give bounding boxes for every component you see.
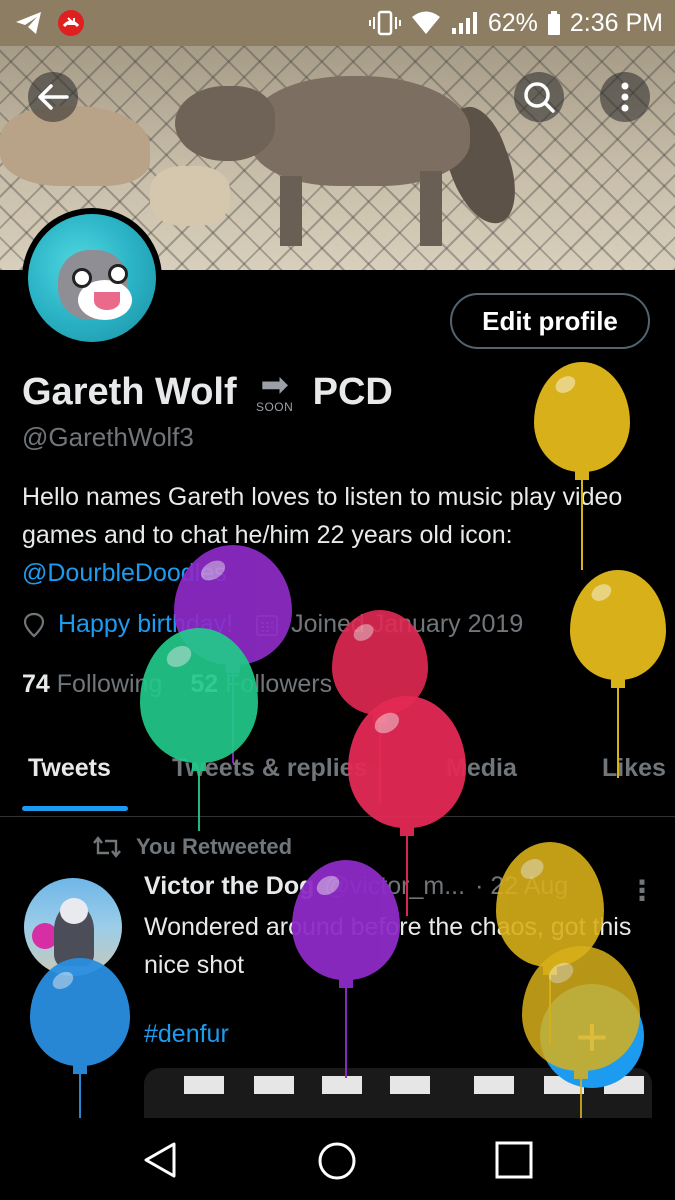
wolf-body <box>250 76 470 186</box>
edit-profile-button[interactable]: Edit profile <box>450 293 650 349</box>
banner-rock <box>150 166 230 226</box>
nav-recents-icon[interactable] <box>494 1140 534 1180</box>
profile-handle: @GarethWolf3 <box>22 422 194 452</box>
retweet-icon <box>93 836 121 858</box>
retweet-indicator: You Retweeted <box>92 834 292 860</box>
tweet-author-name[interactable]: Victor the Dog <box>144 872 314 901</box>
more-vertical-icon <box>621 82 629 112</box>
following-count: 74 <box>22 670 50 698</box>
balloon <box>534 362 630 570</box>
retweet-label: You Retweeted <box>136 834 293 859</box>
balloon <box>570 570 666 778</box>
wolf-leg <box>280 176 302 246</box>
soon-label: SOON <box>255 400 294 414</box>
nav-back-icon[interactable] <box>140 1140 180 1180</box>
status-bar: 62% 2:36 PM <box>0 0 675 46</box>
active-tab-indicator <box>22 806 128 811</box>
missed-call-icon <box>58 10 84 36</box>
tab-tweets[interactable]: Tweets <box>28 754 111 783</box>
battery-icon <box>547 11 560 35</box>
signal-icon <box>451 12 477 34</box>
nav-home-icon[interactable] <box>316 1140 358 1182</box>
display-name: Gareth Wolf <box>22 370 237 413</box>
tweet-hashtag[interactable]: #denfur <box>144 1020 229 1049</box>
balloon <box>140 628 258 831</box>
profile-avatar[interactable] <box>22 208 162 348</box>
bio-text: Hello names Gareth loves to listen to mu… <box>22 483 623 549</box>
wolf-head <box>175 86 275 161</box>
display-name-row: Gareth Wolf ➡ SOON PCD <box>22 366 393 414</box>
display-name-suffix: PCD <box>312 370 393 413</box>
vibrate-icon <box>368 10 401 36</box>
tweet-more-icon[interactable]: ⋮ <box>628 874 656 907</box>
clock: 2:36 PM <box>569 8 663 37</box>
wolf-leg <box>420 171 442 246</box>
android-nav-bar <box>0 1118 675 1200</box>
soon-arrow-icon: ➡ <box>260 366 289 404</box>
balloon <box>522 946 640 1139</box>
soon-emoji: ➡ SOON <box>251 366 299 414</box>
location-pin-icon <box>23 612 45 637</box>
avatar-image <box>28 214 156 342</box>
balloon <box>292 860 400 1078</box>
back-arrow-icon <box>38 84 69 110</box>
wifi-icon <box>411 11 440 34</box>
balloon <box>30 958 130 1134</box>
search-button[interactable] <box>514 72 564 122</box>
search-icon <box>524 82 555 113</box>
more-button[interactable] <box>600 72 650 122</box>
battery-percent: 62% <box>487 8 538 37</box>
